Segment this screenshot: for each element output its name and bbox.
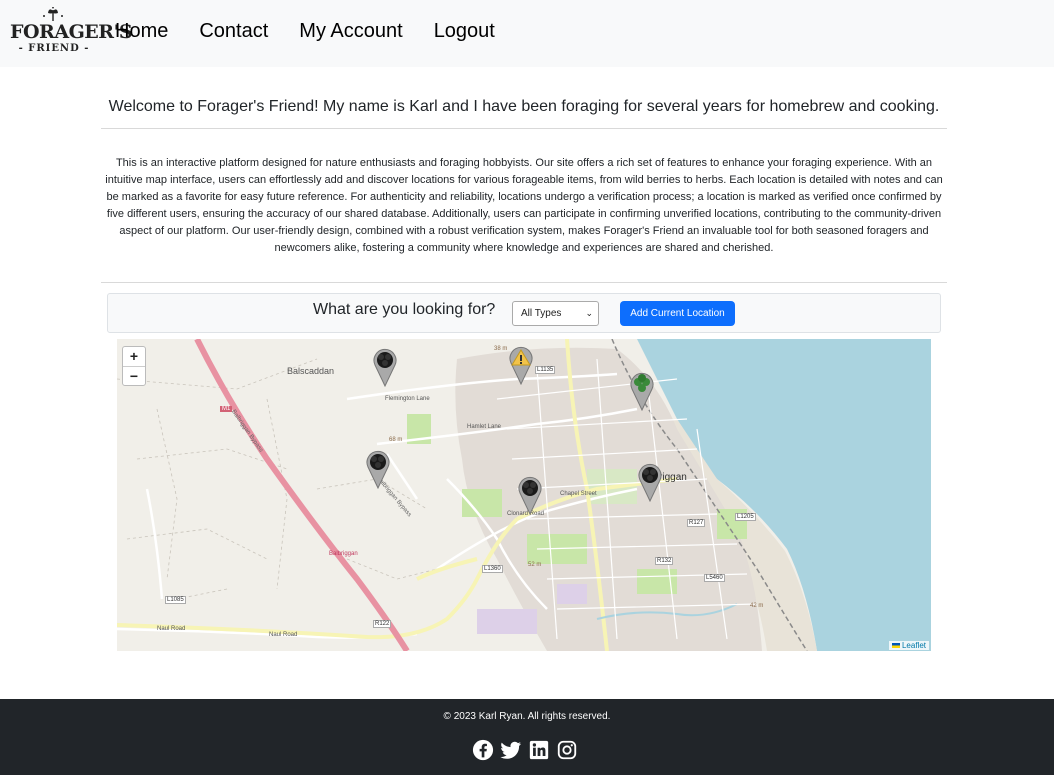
map-label-chapel-street: Chapel Street	[560, 491, 597, 497]
map-label-r127: R127	[687, 519, 706, 527]
map-label-r132: R132	[655, 557, 674, 565]
map-label-l1360: L1360	[482, 565, 503, 573]
welcome-heading: Welcome to Forager's Friend! My name is …	[108, 98, 940, 115]
type-select[interactable]: All Types ⌄	[512, 301, 599, 326]
nav-home[interactable]: Home	[115, 20, 168, 43]
map-label-l1135: L1135	[535, 366, 556, 374]
map-label-balbriggan-2: Balbriggan	[329, 551, 358, 557]
leaflet-link[interactable]: Leaflet	[902, 641, 926, 650]
clover-marker-icon[interactable]	[629, 371, 655, 412]
map-label-flemington-lane: Flemington Lane	[385, 396, 430, 402]
nav-links: Home Contact My Account Logout	[115, 20, 526, 43]
map-label-l5460: L5460	[704, 574, 725, 582]
brand-name: FORAGER'S	[10, 21, 133, 43]
about-paragraph: This is an interactive platform designed…	[105, 157, 943, 255]
brand-logo[interactable]: FORAGER'S - FRIEND -	[10, 7, 133, 59]
map-label-h42: 42 m	[750, 603, 764, 609]
facebook-icon[interactable]	[472, 739, 494, 761]
social-links	[472, 739, 584, 761]
blackberry-marker-icon[interactable]	[637, 462, 663, 503]
divider	[101, 128, 947, 129]
top-navbar: FORAGER'S - FRIEND - Home Contact My Acc…	[0, 0, 1054, 67]
copyright-text: © 2023 Karl Ryan. All rights reserved.	[443, 711, 611, 722]
map-label-naul-road: Naul Road	[157, 626, 186, 632]
map-label-naul-road-2: Naul Road	[269, 632, 298, 638]
footer: © 2023 Karl Ryan. All rights reserved.	[0, 699, 1054, 775]
chevron-down-icon: ⌄	[585, 308, 593, 318]
map-label-h68: 68 m	[389, 437, 403, 443]
linkedin-icon[interactable]	[528, 739, 550, 761]
map-label-r122: R122	[373, 620, 392, 628]
map-label-l1085: L1085	[165, 596, 186, 604]
type-select-value: All Types	[521, 308, 562, 319]
blackberry-marker-icon[interactable]	[372, 347, 398, 388]
search-label: What are you looking for?	[313, 301, 496, 318]
nav-contact[interactable]: Contact	[199, 20, 268, 43]
blackberry-marker-icon[interactable]	[365, 449, 391, 490]
warning-marker-icon[interactable]	[508, 345, 534, 386]
search-bar: What are you looking for? All Types ⌄ Ad…	[107, 293, 941, 333]
map-label-balscaddan: Balscaddan	[287, 366, 335, 376]
blackberry-marker-icon[interactable]	[517, 475, 543, 516]
map-label-h38: 38 m	[494, 346, 508, 352]
map-label-h52: 52 m	[528, 562, 542, 568]
divider	[101, 282, 947, 283]
map-label-l1205: L1205	[735, 513, 756, 521]
zoom-control: + −	[122, 346, 146, 386]
instagram-icon[interactable]	[556, 739, 578, 761]
nav-my-account[interactable]: My Account	[299, 20, 402, 43]
twitter-icon[interactable]	[500, 739, 522, 761]
forage-map[interactable]: Balscaddan Balbriggan M1 Balbriggan Bypa…	[117, 339, 931, 651]
map-label-hamlet-lane: Hamlet Lane	[467, 424, 502, 430]
flag-icon	[891, 643, 900, 648]
zoom-out-button[interactable]: −	[123, 366, 145, 385]
brand-subtitle: - FRIEND -	[18, 43, 90, 54]
zoom-in-button[interactable]: +	[123, 347, 145, 366]
sprig-icon	[43, 7, 63, 21]
add-current-location-button[interactable]: Add Current Location	[620, 301, 735, 326]
map-attribution[interactable]: Leaflet	[888, 641, 929, 650]
nav-logout[interactable]: Logout	[434, 20, 495, 43]
